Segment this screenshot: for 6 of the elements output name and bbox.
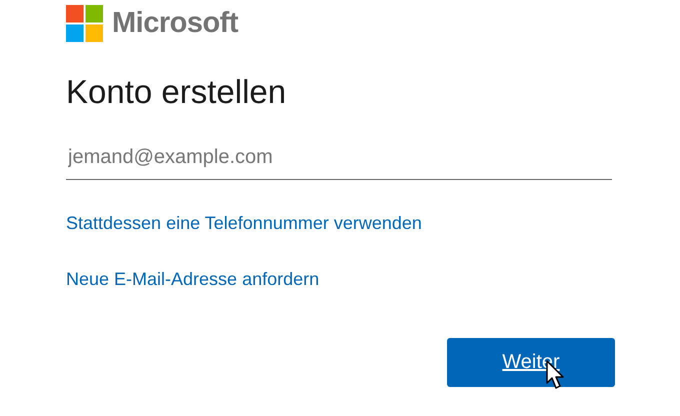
page-title: Konto erstellen <box>66 72 286 112</box>
logo-text: Microsoft <box>112 7 238 40</box>
link[interactable]: Neue E-Mail-Adresse anfordern <box>66 269 320 290</box>
next-button[interactable]: Weiter <box>447 338 615 387</box>
link[interactable]: Stattdessen eine Telefonnummer verwenden <box>66 213 422 234</box>
microsoft-logo-icon <box>66 5 103 42</box>
